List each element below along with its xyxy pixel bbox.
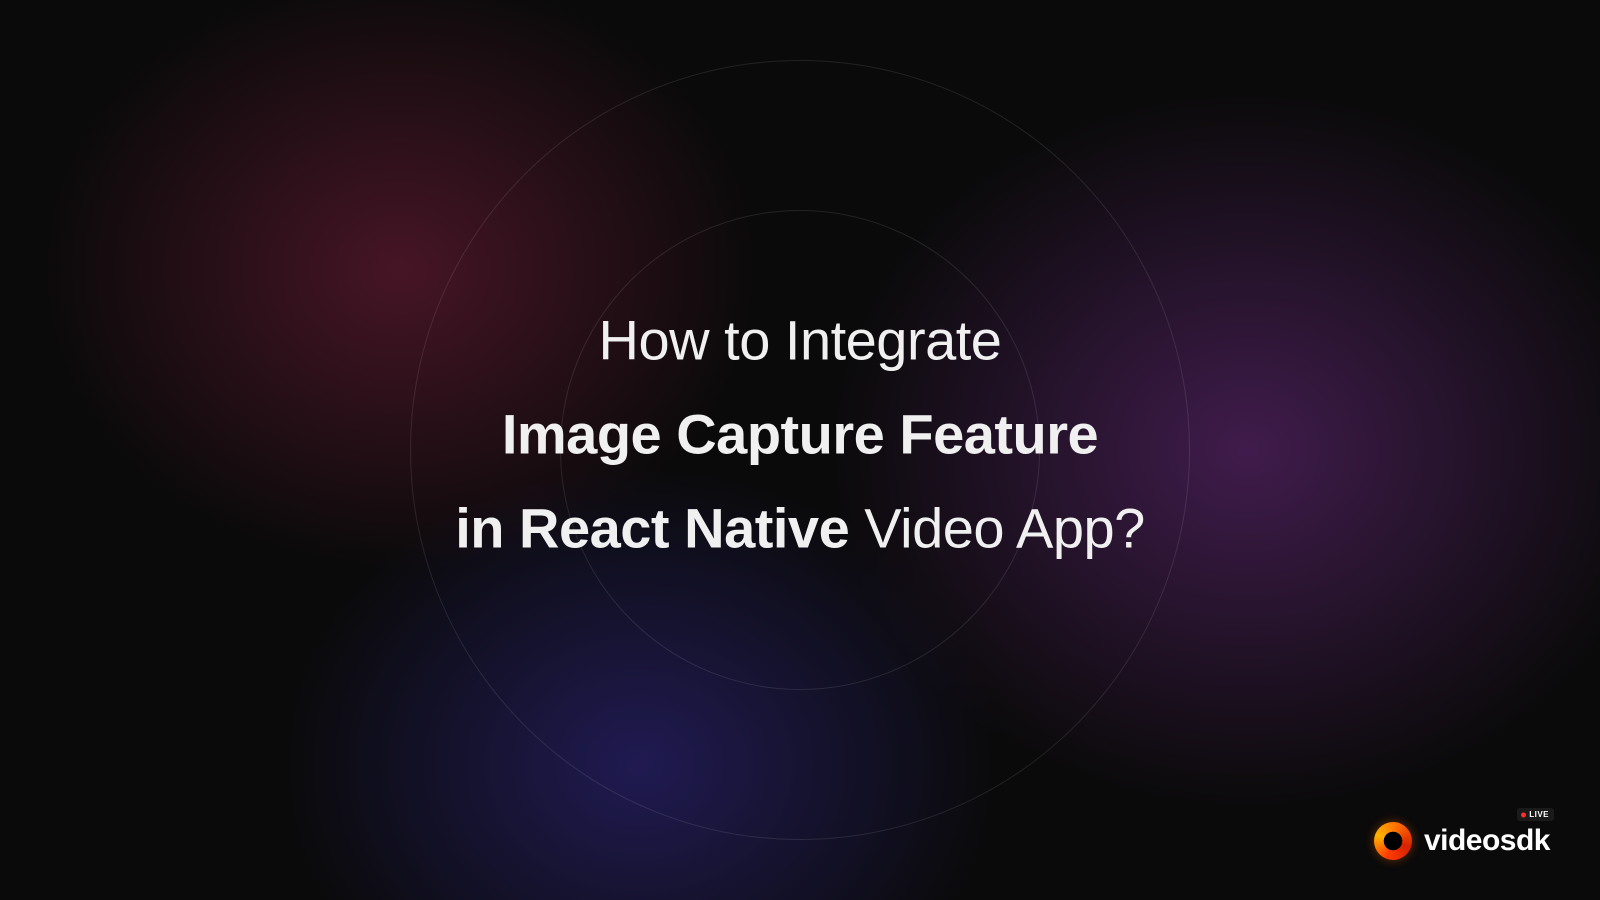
live-badge: LIVE [1517, 808, 1554, 821]
headline-line-3: in React Native Video App? [0, 494, 1600, 564]
brand-logo: LIVE videosdk [1374, 822, 1550, 860]
brand-name-wrap: LIVE videosdk [1424, 824, 1550, 858]
headline-line-2: Image Capture Feature [0, 400, 1600, 470]
headline: How to Integrate Image Capture Feature i… [0, 282, 1600, 588]
logo-ring-icon [1374, 822, 1412, 860]
headline-text-bold-1: Image Capture Feature [502, 403, 1098, 466]
brand-name: videosdk [1424, 824, 1550, 857]
headline-text-light-2: Video App? [849, 497, 1145, 560]
headline-text-bold-2: in React Native [455, 497, 849, 560]
headline-text-light-1: How to Integrate [599, 309, 1002, 372]
headline-line-1: How to Integrate [0, 306, 1600, 376]
